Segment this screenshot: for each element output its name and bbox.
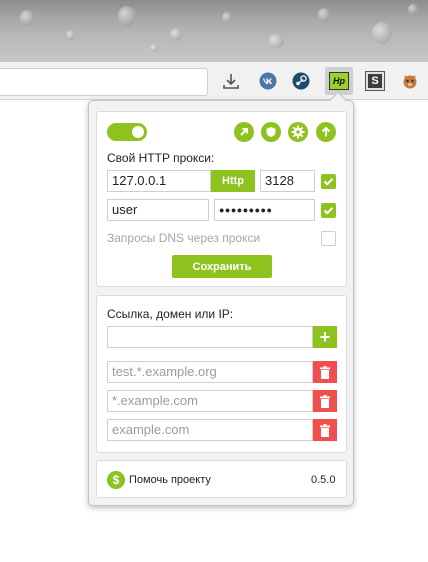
shield-icon[interactable] [261, 122, 281, 142]
rules-label: Ссылка, домен или IP: [107, 307, 234, 321]
password-input[interactable]: ●●●●●●●●● [214, 199, 315, 221]
download-icon[interactable] [219, 69, 243, 93]
proxy-enable-toggle[interactable] [107, 123, 147, 141]
desktop-wallpaper [0, 0, 428, 62]
proxy-port-input[interactable]: 3128 [260, 170, 315, 192]
rule-item[interactable]: test.*.example.org [107, 361, 313, 383]
port-checkbox[interactable] [321, 174, 336, 189]
squirrel-icon[interactable] [398, 69, 422, 93]
add-rule-button[interactable]: + [313, 326, 337, 348]
trash-icon [320, 365, 330, 379]
delete-rule-button[interactable] [313, 419, 337, 441]
trash-icon [320, 423, 330, 437]
dollar-icon[interactable]: $ [107, 471, 125, 489]
hp-proxy-icon[interactable]: Hp [325, 67, 353, 95]
vk-icon[interactable] [256, 69, 280, 93]
rule-item[interactable]: example.com [107, 419, 313, 441]
version-label: 0.5.0 [311, 474, 336, 486]
dns-checkbox[interactable] [321, 231, 336, 246]
gear-icon[interactable] [288, 122, 308, 142]
footer-card: $ Помочь проекту 0.5.0 [96, 460, 347, 498]
rule-item[interactable]: *.example.com [107, 390, 313, 412]
save-button[interactable]: Сохранить [172, 255, 272, 278]
upload-icon[interactable] [316, 122, 336, 142]
trash-icon [320, 394, 330, 408]
dns-label: Запросы DNS через прокси [107, 231, 261, 245]
s-extension-label: S [365, 71, 385, 91]
delete-rule-button[interactable] [313, 361, 337, 383]
username-input[interactable]: user [107, 199, 209, 221]
rules-card: Ссылка, домен или IP: + test.*.example.o… [96, 295, 347, 453]
s-extension-icon[interactable]: S [363, 69, 387, 93]
address-bar[interactable] [0, 68, 208, 96]
proxy-extension-popup: Свой HTTP прокси: 127.0.0.1 Http 3128 us… [88, 91, 354, 506]
toggle-knob [132, 126, 144, 138]
help-project-link[interactable]: Помочь проекту [129, 474, 211, 486]
proxy-section-label: Свой HTTP прокси: [107, 151, 215, 165]
proxy-settings-card: Свой HTTP прокси: 127.0.0.1 Http 3128 us… [96, 111, 347, 287]
browser-toolbar: Hp S [0, 62, 428, 100]
delete-rule-button[interactable] [313, 390, 337, 412]
proxy-host-input[interactable]: 127.0.0.1 [107, 170, 211, 192]
proxy-type-button[interactable]: Http [211, 170, 255, 192]
hp-proxy-label: Hp [329, 72, 349, 90]
rule-input[interactable] [107, 326, 313, 348]
arrow-link-icon[interactable] [234, 122, 254, 142]
auth-checkbox[interactable] [321, 203, 336, 218]
steam-icon[interactable] [289, 69, 313, 93]
